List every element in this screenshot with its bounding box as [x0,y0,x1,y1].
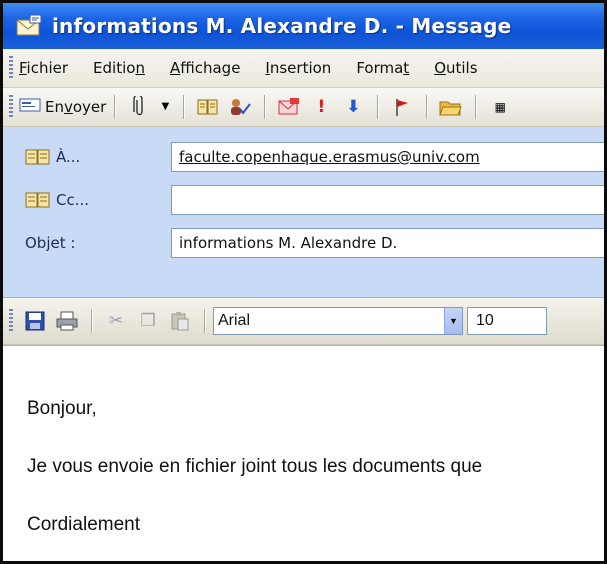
cc-button[interactable]: Cc... [3,191,153,209]
body-greeting: Bonjour, [27,398,97,419]
toolbar-separator [91,309,92,333]
menu-bar: Fichier Edition Affichage Insertion Form… [3,49,604,88]
toolbar-separator [204,309,205,333]
window-title: informations M. Alexandre D. - Message [52,14,512,38]
menubar-grip[interactable] [9,56,13,80]
options-icon[interactable]: ▦ [488,96,512,118]
flag-icon[interactable] [390,96,414,118]
send-envelope-icon [19,98,41,116]
high-importance-icon[interactable]: ! [309,96,333,118]
font-size-value: 10 [476,312,494,329]
menu-fichier[interactable]: Fichier [19,59,68,77]
recipient-address[interactable]: faculte.copenhaque.erasmus@univ.com [179,148,480,166]
toolbar-separator [264,95,266,119]
to-row: À... faculte.copenhaque.erasmus@univ.com [3,139,604,175]
toolbar-grip[interactable] [9,95,13,119]
toolbar-separator [183,95,185,119]
toolbar-separator [475,95,477,119]
subject-label: Objet : [25,234,76,252]
subject-field[interactable]: informations M. Alexandre D. [171,228,604,258]
format-toolbar-grip[interactable] [9,309,13,333]
body-closing: Cordialement [27,514,140,535]
dropdown-arrow-icon[interactable]: ▼ [444,308,462,334]
message-body[interactable]: Bonjour, Je vous envoie en fichier joint… [3,345,604,561]
to-label: À... [56,148,81,166]
toolbar-separator [114,95,116,119]
paste-icon [168,310,192,332]
copy-icon: ❐ [140,310,156,331]
subject-row: Objet : informations M. Alexandre D. [3,225,604,261]
title-bar[interactable]: informations M. Alexandre D. - Message [3,3,604,50]
menu-insertion[interactable]: Insertion [265,59,331,77]
font-size-select[interactable]: 10 [467,307,547,335]
message-window: informations M. Alexandre D. - Message F… [0,0,607,564]
toolbar-separator [377,95,379,119]
menu-format[interactable]: Format [356,59,409,77]
address-book-icon [25,191,51,209]
font-name-value: Arial [218,312,251,329]
check-names-icon[interactable] [228,96,252,118]
save-icon[interactable] [23,310,47,332]
formatting-toolbar: ✂ ❐ Arial ▼ 10 [3,298,604,345]
cc-field[interactable] [171,185,604,215]
open-folder-icon[interactable] [439,96,463,118]
standard-toolbar: En v oyer ▼ ! ⬇ ▦ [3,88,604,127]
font-name-select[interactable]: Arial ▼ [213,307,463,335]
message-envelope-icon [15,14,43,38]
toolbar-separator [426,95,428,119]
menu-edition[interactable]: Edition [93,59,145,77]
body-line: Je vous envoie en fichier joint tous les… [27,456,483,477]
low-importance-icon[interactable]: ⬇ [341,96,365,118]
menu-outils[interactable]: Outils [434,59,477,77]
message-header: À... faculte.copenhaque.erasmus@univ.com… [3,127,604,298]
chevron-down-icon[interactable]: ▼ [159,96,171,118]
send-button[interactable]: En v oyer [19,93,106,121]
cc-label: Cc... [56,191,90,209]
options-envelope-icon[interactable] [277,96,301,118]
print-icon[interactable] [55,310,79,332]
cut-icon: ✂ [108,310,124,331]
menu-affichage[interactable]: Affichage [170,59,240,77]
paperclip-icon[interactable] [127,96,151,118]
address-book-icon[interactable] [196,96,220,118]
to-field[interactable]: faculte.copenhaque.erasmus@univ.com [171,142,604,172]
cc-row: Cc... [3,182,604,218]
to-button[interactable]: À... [3,148,153,166]
address-book-icon [25,148,51,166]
